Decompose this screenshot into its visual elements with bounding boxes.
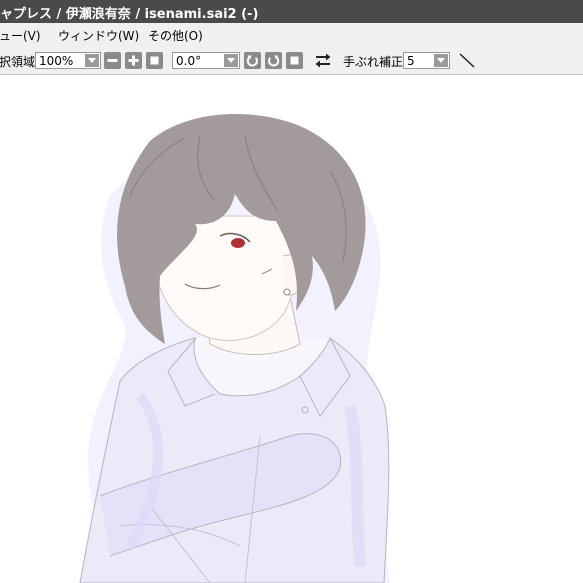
rotation-select[interactable]: 0.0°	[172, 52, 240, 69]
zoom-reset-button[interactable]	[146, 52, 163, 69]
rotate-left-button[interactable]	[244, 52, 261, 69]
title-bar: ャプレス / 伊瀬浪有奈 / isenami.sai2 (-)	[0, 0, 583, 23]
rotation-value: 0.0°	[176, 54, 202, 68]
line-tool-button[interactable]	[457, 51, 477, 70]
square-icon	[150, 56, 159, 65]
flip-horizontal-button[interactable]	[313, 51, 333, 70]
flip-horizontal-icon	[315, 53, 331, 68]
rotate-right-icon	[268, 55, 280, 67]
menu-other[interactable]: その他(O)	[148, 27, 203, 44]
zoom-out-button[interactable]	[104, 52, 121, 69]
selection-area-label: 択領域	[0, 55, 36, 69]
stabilizer-select[interactable]: 5	[403, 52, 450, 69]
chevron-down-icon[interactable]	[434, 54, 448, 67]
zoom-value: 100%	[39, 54, 74, 68]
rotate-right-button[interactable]	[265, 52, 282, 69]
illustration	[79, 114, 390, 583]
minus-icon	[107, 59, 118, 62]
stabilizer-value: 5	[407, 54, 415, 68]
chevron-down-icon[interactable]	[85, 54, 99, 67]
drawing-canvas[interactable]	[0, 76, 583, 583]
diagonal-line-icon	[459, 53, 475, 68]
zoom-in-button[interactable]	[125, 52, 142, 69]
menu-window[interactable]: ウィンドウ(W)	[58, 27, 139, 44]
window-title: ャプレス / 伊瀬浪有奈 / isenami.sai2 (-)	[0, 7, 259, 22]
rotate-reset-button[interactable]	[286, 52, 303, 69]
toolbar: 択領域 100% 0.0° 手ぶれ補正 5	[0, 45, 583, 75]
rotate-left-icon	[246, 55, 258, 67]
menu-view[interactable]: ュー(V)	[0, 27, 41, 44]
square-icon	[290, 56, 299, 65]
stabilizer-label: 手ぶれ補正	[343, 55, 404, 69]
plus-icon	[128, 55, 139, 66]
chevron-down-icon[interactable]	[224, 54, 238, 67]
menu-bar: ュー(V) ウィンドウ(W) その他(O)	[0, 23, 583, 45]
zoom-select[interactable]: 100%	[35, 52, 101, 69]
